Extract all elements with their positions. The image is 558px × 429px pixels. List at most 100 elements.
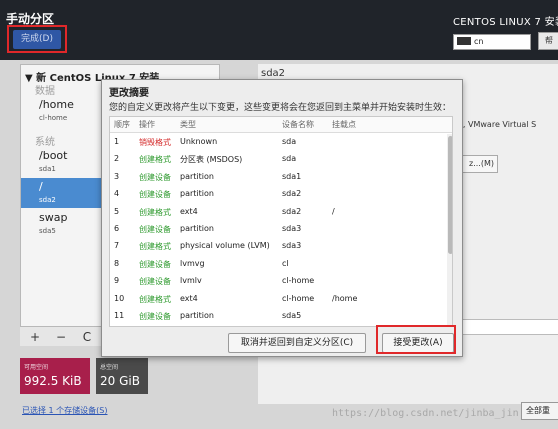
table-row[interactable]: 10 创建格式 ext4 cl-home/home (110, 291, 446, 308)
table-row[interactable]: 5 创建格式 ext4 sda2 / (110, 204, 446, 221)
done-highlight-box (7, 25, 67, 53)
mount-point-label: / (39, 180, 43, 193)
accept-highlight-box (376, 325, 456, 354)
mount-device-label: sda5 (39, 227, 56, 235)
cell-device: sda1 (282, 171, 302, 181)
table-row[interactable]: 6 创建设备 partition sda3 (110, 221, 446, 238)
cell-mount: / (332, 206, 335, 216)
total-space-tile: 总空间 20 GiB (96, 358, 148, 394)
cell-action: 创建设备 (139, 172, 171, 182)
table-row[interactable]: 3 创建设备 partition sda1 (110, 169, 446, 186)
device-description: e, VMware Virtual S (458, 120, 537, 129)
cell-device: sda2 (282, 206, 302, 216)
column-header: 设备名称 (282, 120, 314, 129)
cell-device: sda (282, 154, 297, 164)
dialog-title: 更改摘要 (109, 88, 149, 99)
summary-of-changes-dialog: 更改摘要 您的自定义更改将产生以下变更，这些变更将会在您返回到主菜单并开始安装时… (101, 79, 463, 357)
group-label-data: 数据 (35, 86, 55, 97)
keyboard-icon (457, 37, 471, 45)
changes-table: 顺序 操作 类型 设备名称 挂载点 1 销毁格式 Unknown sda 2 创建格式 分区… (109, 116, 453, 327)
header-bar: 手动分区 完成(D) CENTOS LINUX 7 安装 cn 帮 (0, 0, 558, 60)
cell-num: 1 (114, 137, 120, 146)
scrollbar-thumb[interactable] (448, 136, 452, 254)
label-field[interactable] (458, 319, 558, 335)
total-space-value: 20 GiB (100, 374, 140, 388)
cell-action: 创建设备 (139, 190, 171, 200)
cell-device: cl-home (282, 293, 315, 303)
cell-num: 3 (114, 171, 120, 181)
mount-device-label: cl-home (39, 114, 68, 122)
cell-device: sda3 (282, 224, 302, 233)
cell-num: 2 (114, 154, 120, 164)
cell-action: 创建设备 (139, 312, 171, 321)
cancel-return-button[interactable]: 取消并返回到自定义分区(C) (228, 333, 366, 353)
table-row[interactable]: 11 创建设备 partition sda5 (110, 308, 446, 325)
column-header: 操作 (139, 120, 155, 129)
available-space-value: 992.5 KiB (24, 374, 82, 388)
total-space-caption: 总空间 (100, 364, 119, 371)
table-row[interactable]: 8 创建设备 lvmvg cl (110, 256, 446, 273)
cell-device: cl-home (282, 276, 315, 286)
cell-action: 创建设备 (139, 225, 171, 234)
mount-device-label: sda2 (39, 196, 56, 204)
help-button[interactable]: 帮 (538, 32, 558, 50)
add-mount-button[interactable]: + (26, 329, 44, 345)
cell-action: 创建格式 (139, 294, 171, 304)
available-space-tile: 可用空间 992.5 KiB (20, 358, 90, 394)
cell-type: partition (180, 311, 214, 320)
cell-action: 创建设备 (139, 259, 171, 269)
cell-num: 6 (114, 224, 120, 233)
column-header: 顺序 (114, 120, 130, 129)
cell-type: partition (180, 189, 214, 199)
group-label-system: 系统 (35, 137, 55, 148)
device-name-label: sda2 (261, 68, 286, 79)
selected-storage-link[interactable]: 已选择 1 个存储设备(S) (22, 405, 108, 416)
modify-button[interactable]: z...(M) (458, 155, 498, 173)
column-header: 挂载点 (332, 120, 356, 129)
cell-action: 创建格式 (139, 242, 171, 252)
table-row[interactable]: 4 创建设备 partition sda2 (110, 186, 446, 203)
cell-num: 7 (114, 241, 120, 251)
reset-all-button[interactable]: 全部重 (521, 402, 558, 420)
cell-num: 8 (114, 258, 120, 268)
cell-device: cl (282, 258, 289, 268)
cell-num: 4 (114, 189, 120, 199)
table-row[interactable]: 7 创建格式 physical volume (LVM) sda3 (110, 238, 446, 255)
keyboard-layout-button[interactable]: cn (453, 34, 531, 50)
cell-type: partition (180, 171, 214, 181)
cell-action: 创建格式 (139, 207, 171, 217)
cell-type: lvmvg (180, 258, 205, 268)
keyboard-layout-label: cn (474, 37, 484, 46)
cell-action: 创建设备 (139, 277, 171, 287)
table-scrollbar[interactable] (447, 134, 452, 326)
cell-device: sda5 (282, 311, 302, 320)
mount-device-label: sda1 (39, 165, 56, 173)
cell-action: 创建格式 (139, 155, 171, 165)
cell-action: 销毁格式 (139, 138, 171, 147)
mount-point-label: /boot (39, 149, 68, 162)
table-row[interactable]: 9 创建设备 lvmlv cl-home (110, 273, 446, 290)
table-row[interactable]: 1 销毁格式 Unknown sda (110, 134, 446, 151)
dialog-description: 您的自定义更改将产生以下变更，这些变更将会在您返回到主菜单并开始安装时生效： (109, 103, 452, 113)
cell-type: ext4 (180, 206, 198, 216)
cell-type: partition (180, 224, 214, 233)
cell-type: 分区表 (MSDOS) (180, 155, 243, 165)
watermark-text: https://blog.csdn.net/jinba_jin (332, 408, 519, 419)
cell-num: 11 (114, 311, 125, 320)
installer-screen: 手动分区 完成(D) CENTOS LINUX 7 安装 cn 帮 ▼ 新 Ce… (0, 0, 558, 429)
cell-type: Unknown (180, 137, 218, 146)
cell-num: 9 (114, 276, 120, 286)
available-space-caption: 可用空间 (24, 364, 49, 371)
cell-device: sda2 (282, 189, 302, 199)
table-row[interactable]: 2 创建格式 分区表 (MSDOS) sda (110, 151, 446, 168)
cell-mount: /home (332, 293, 358, 303)
mount-point-label: swap (39, 211, 68, 224)
column-header: 类型 (180, 120, 196, 129)
cell-num: 10 (114, 293, 125, 303)
mount-point-label: /home (39, 98, 74, 111)
remove-mount-button[interactable]: − (52, 329, 70, 345)
cell-type: ext4 (180, 293, 198, 303)
cell-num: 5 (114, 206, 120, 216)
refresh-button[interactable]: C (78, 329, 96, 345)
cell-type: physical volume (LVM) (180, 241, 270, 251)
